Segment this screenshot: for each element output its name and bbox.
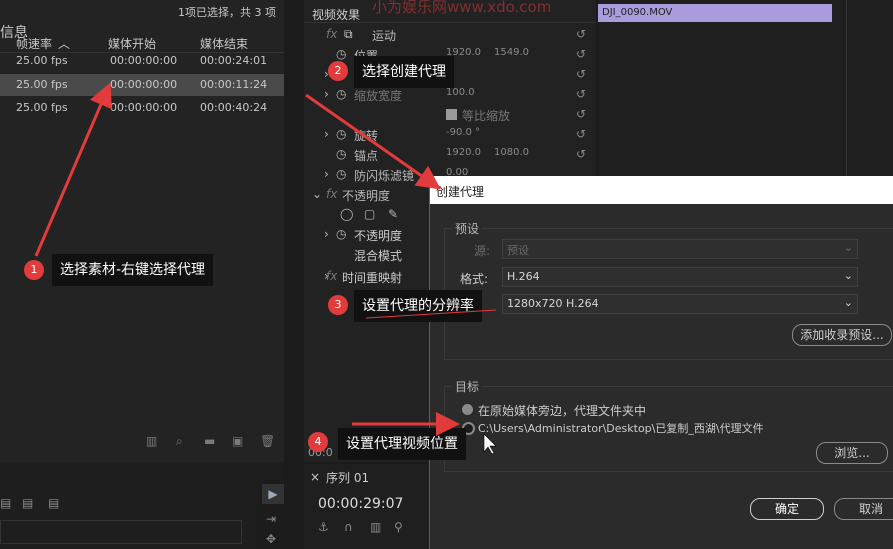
arrow-3-line	[365, 309, 497, 319]
annotation-arrows	[34, 82, 497, 455]
arrow-2	[305, 93, 441, 190]
arrow-1	[34, 82, 112, 257]
mouse-cursor-icon	[483, 433, 497, 455]
